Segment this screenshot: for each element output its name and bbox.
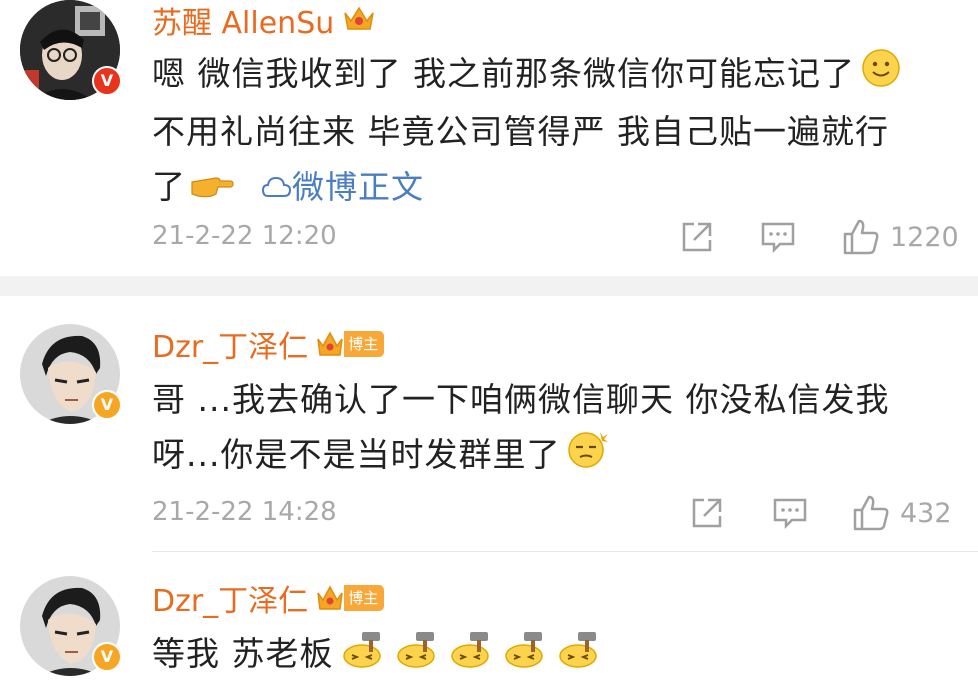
hammer-emoji-icon bbox=[556, 628, 604, 684]
link-weibo-post[interactable]: 微博正文 bbox=[292, 168, 424, 206]
host-badge: 博主 bbox=[316, 329, 385, 359]
host-label: 博主 bbox=[344, 331, 385, 357]
share-icon bbox=[692, 498, 722, 528]
comment-text: 嗯 微信我收到了 我之前那条微信你可能忘记了 不用礼尚往来 毕竟公司管得严 我自… bbox=[152, 46, 938, 216]
hammer-emoji-icon bbox=[394, 628, 442, 684]
like-icon bbox=[843, 219, 879, 255]
avatar[interactable]: V bbox=[20, 0, 122, 100]
host-label: 博主 bbox=[344, 585, 385, 611]
comment-line: 嗯 微信我收到了 我之前那条微信你可能忘记了 bbox=[152, 54, 855, 93]
avatar[interactable]: V bbox=[20, 324, 122, 424]
comment-item: V Dzr_丁泽仁 博主 哥 ...我去确认了一下咱俩微信聊天 你没私信发我 呀… bbox=[0, 296, 978, 551]
crown-icon bbox=[317, 331, 343, 356]
hammer-emoji-icon bbox=[448, 628, 496, 684]
timestamp: 21-2-22 14:28 bbox=[152, 497, 337, 527]
name-row: Dzr_丁泽仁 博主 bbox=[152, 576, 385, 620]
verified-badge: V bbox=[92, 642, 122, 672]
comment-text: 哥 ...我去确认了一下咱俩微信聊天 你没私信发我 呀...你是不是当时发群里了 bbox=[152, 372, 938, 485]
username[interactable]: 苏醒 AllenSu bbox=[152, 0, 334, 42]
comment-button[interactable] bbox=[760, 220, 796, 254]
share-icon bbox=[682, 222, 712, 252]
comment-line: 了 bbox=[152, 166, 186, 206]
comment-line: 呀...你是不是当时发群里了 bbox=[152, 435, 561, 474]
comment-line: 不用礼尚往来 毕竟公司管得严 我自己贴一遍就行 bbox=[152, 111, 889, 151]
link-icon[interactable] bbox=[261, 161, 292, 216]
like-count: 432 bbox=[900, 497, 952, 529]
pointing-hand-emoji-icon bbox=[188, 161, 234, 216]
verified-badge: V bbox=[92, 390, 122, 420]
like-count: 1220 bbox=[890, 221, 959, 253]
hammer-emoji-icon bbox=[502, 628, 550, 684]
crown-icon bbox=[342, 3, 376, 37]
comment-text: 等我 苏老板 bbox=[152, 626, 938, 684]
hammer-emoji-icon bbox=[340, 628, 388, 684]
comment-item: V Dzr_丁泽仁 博主 等我 苏老板 bbox=[0, 552, 978, 679]
share-button[interactable] bbox=[690, 496, 724, 530]
name-row: 苏醒 AllenSu bbox=[152, 0, 376, 42]
avatar[interactable]: V bbox=[20, 576, 122, 676]
share-button[interactable] bbox=[680, 220, 714, 254]
comment-item: V 苏醒 AllenSu 嗯 微信我收到了 我之前那条微信你可能忘记了 不用礼尚… bbox=[0, 0, 978, 276]
like-button[interactable]: 432 bbox=[852, 494, 952, 532]
section-separator bbox=[0, 276, 978, 296]
timestamp: 21-2-22 12:20 bbox=[152, 221, 337, 251]
name-row: Dzr_丁泽仁 博主 bbox=[152, 322, 385, 366]
comment-button[interactable] bbox=[772, 496, 808, 530]
crown-icon bbox=[317, 585, 343, 610]
username[interactable]: Dzr_丁泽仁 bbox=[152, 576, 308, 620]
comment-line: 哥 ...我去确认了一下咱俩微信聊天 你没私信发我 bbox=[152, 380, 890, 419]
comment-line: 等我 苏老板 bbox=[152, 634, 334, 673]
host-badge: 博主 bbox=[316, 583, 385, 613]
comment-icon bbox=[773, 498, 807, 530]
like-icon bbox=[853, 495, 889, 531]
smile-emoji-icon bbox=[861, 48, 901, 104]
sleepy-emoji-icon bbox=[566, 429, 610, 485]
username[interactable]: Dzr_丁泽仁 bbox=[152, 322, 308, 366]
like-button[interactable]: 1220 bbox=[842, 218, 959, 256]
comment-icon bbox=[761, 222, 795, 254]
verified-badge: V bbox=[92, 66, 122, 96]
